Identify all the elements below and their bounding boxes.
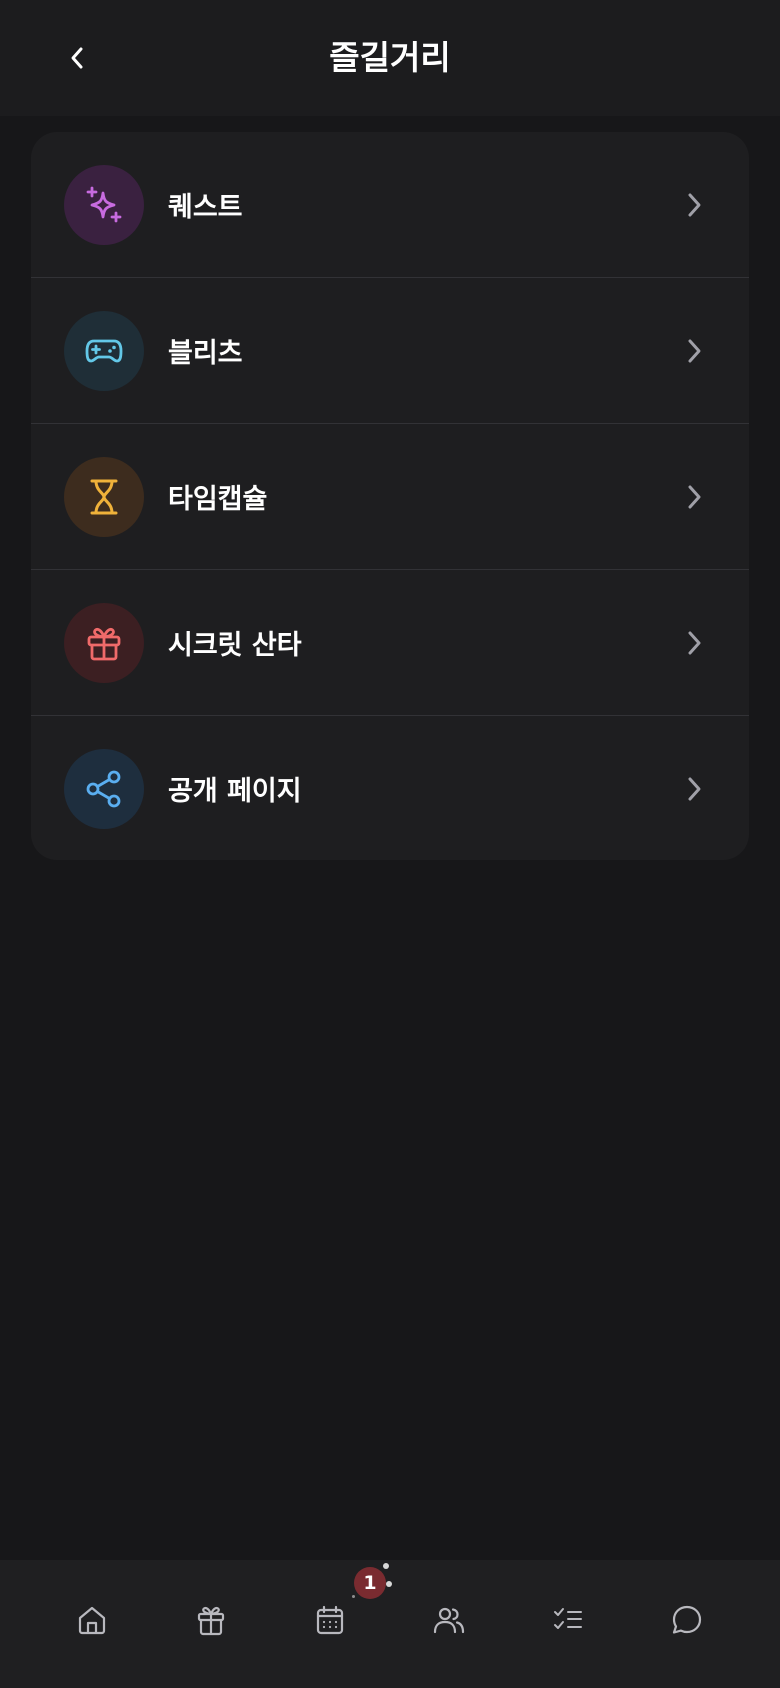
gift-icon xyxy=(87,627,121,660)
top-app-bar: 즐길거리 xyxy=(0,0,780,116)
chevron-right-icon xyxy=(683,189,707,221)
time-capsule-icon-circle xyxy=(64,456,144,537)
checklist-icon xyxy=(554,1608,582,1629)
blitz-icon-circle xyxy=(64,310,144,391)
friends-icon xyxy=(433,1607,465,1634)
chevron-right-icon xyxy=(683,773,707,805)
public-page-icon-circle xyxy=(64,748,144,829)
bottom-navigation xyxy=(0,1560,780,1688)
notification-badge: 1 xyxy=(354,1567,386,1599)
gamepad-icon xyxy=(85,339,123,362)
chevron-right-icon xyxy=(683,335,707,367)
menu-card: 퀘스트 블리츠 타임캡슐 시크릿 산타 공개 페이지 xyxy=(31,132,749,860)
sparkle-decoration xyxy=(352,1595,355,1598)
menu-item-quest[interactable]: 퀘스트 xyxy=(31,132,749,277)
calendar-icon xyxy=(316,1605,344,1635)
secret-santa-icon-circle xyxy=(64,602,144,683)
nav-gift[interactable] xyxy=(181,1590,241,1650)
gift-icon xyxy=(197,1606,225,1636)
sparkle-decoration xyxy=(383,1563,389,1569)
chevron-right-icon xyxy=(683,481,707,513)
menu-item-label: 타임캡슐 xyxy=(168,484,268,515)
screen: 즐길거리 퀘스트 블리츠 타임캡슐 시크릿 산타 공개 페이지 1 xyxy=(0,0,780,1688)
menu-item-time-capsule[interactable]: 타임캡슐 xyxy=(31,423,749,569)
menu-item-label: 블리츠 xyxy=(168,338,243,369)
menu-item-label: 시크릿 산타 xyxy=(168,630,302,661)
menu-item-secret-santa[interactable]: 시크릿 산타 xyxy=(31,569,749,715)
chat-icon xyxy=(672,1605,702,1634)
page-title: 즐길거리 xyxy=(329,38,451,77)
sparkle-decoration xyxy=(386,1581,392,1587)
nav-checklist[interactable] xyxy=(538,1590,598,1650)
menu-item-label: 퀘스트 xyxy=(168,192,243,223)
quest-icon-circle xyxy=(64,164,144,245)
nav-calendar[interactable] xyxy=(300,1590,360,1650)
hourglass-icon xyxy=(90,479,118,514)
nav-friends[interactable] xyxy=(419,1590,479,1650)
home-icon xyxy=(78,1606,106,1635)
nav-home[interactable] xyxy=(62,1590,122,1650)
menu-item-label: 공개 페이지 xyxy=(168,776,302,807)
nav-chat[interactable] xyxy=(657,1590,717,1650)
share-icon xyxy=(86,770,121,807)
chevron-right-icon xyxy=(683,627,707,659)
sparkles-icon xyxy=(86,186,122,222)
menu-item-blitz[interactable]: 블리츠 xyxy=(31,277,749,423)
menu-item-public-page[interactable]: 공개 페이지 xyxy=(31,715,749,860)
